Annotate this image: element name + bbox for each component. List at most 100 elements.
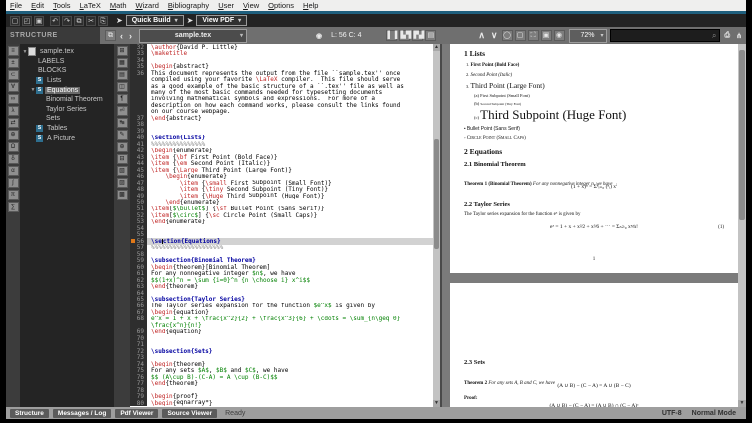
section-icon: S (36, 125, 43, 132)
menu-item-edit[interactable]: Edit (31, 1, 44, 10)
menu-item-tools[interactable]: Tools (53, 1, 71, 10)
menu-item-user[interactable]: User (218, 1, 234, 10)
next-document-icon[interactable]: › (129, 31, 132, 41)
edit-tool-button-2[interactable]: ▦ (117, 58, 128, 68)
center-on-cursor-icon[interactable]: ◉ (316, 32, 322, 40)
structure-item-labels[interactable]: LABELS (20, 57, 114, 67)
structure-item-taylor-series[interactable]: Taylor Series (20, 105, 114, 115)
palette-button-10[interactable]: δ (8, 154, 19, 164)
structure-item-label: sample.tex (38, 48, 76, 55)
structure-item-lists[interactable]: SLists (20, 76, 114, 86)
layout-icons: ▌▐▙▜▛▟▤ (385, 30, 437, 41)
pdf-page-down-icon[interactable]: ∨ (491, 30, 498, 41)
structure-item-equations[interactable]: ▼SEquations (20, 85, 114, 95)
edit-tool-button-5[interactable]: ¶ (117, 94, 128, 104)
edit-tool-button-12[interactable]: ▨ (117, 178, 128, 188)
pdf-continuous-icon[interactable]: ◯ (502, 30, 513, 41)
pdf-presentation-icon[interactable]: ◉ (554, 30, 565, 41)
structure-item-label: Sets (44, 115, 62, 122)
menu-item-help[interactable]: Help (303, 1, 318, 10)
pdf-scroll-thumb[interactable] (739, 50, 745, 220)
menu-item-math[interactable]: Math (110, 1, 127, 10)
editor-scroll-thumb[interactable] (434, 139, 439, 249)
palette-button-3[interactable]: ⊂ (8, 70, 19, 80)
palette-button-1[interactable]: ≡ (8, 46, 19, 56)
editor-scrollbar[interactable]: ▲ ▼ (433, 44, 440, 407)
editor-layout-icon-2[interactable]: ▙▜ (399, 30, 410, 41)
redo-icon[interactable]: ↷ (62, 16, 72, 26)
structure-item-sets[interactable]: Sets (20, 114, 114, 124)
code-editor[interactable]: 32\author{David P. Little}33\maketitle34… (130, 44, 433, 407)
palette-button-6[interactable]: λ (8, 106, 19, 116)
structure-item-binomial-theorem[interactable]: Binomial Theorem (20, 95, 114, 105)
cut-icon[interactable]: ✂ (86, 16, 96, 26)
edit-tool-button-13[interactable]: ▩ (117, 190, 128, 200)
palette-button-14[interactable]: ∑ (8, 202, 19, 212)
copy-icon[interactable]: ⧉ (74, 16, 84, 26)
pdf-fit-icon-1[interactable]: ▢ (515, 30, 526, 41)
pdf-list-item: 3. Third Point (Large Font) (466, 81, 545, 90)
menu-item-latex[interactable]: LaTeX (80, 1, 101, 10)
editor-layout-icon-1[interactable]: ▌▐ (386, 30, 397, 41)
menu-item-file[interactable]: File (10, 1, 22, 10)
pdf-fit-icon-2[interactable]: ⛶ (528, 30, 539, 41)
edit-tool-button-1[interactable]: ⊞ (117, 46, 128, 56)
palette-button-11[interactable]: α (8, 166, 19, 176)
new-file-icon[interactable]: ▢ (10, 16, 20, 26)
view-pdf-button[interactable]: View PDF ▾ (196, 15, 247, 26)
quick-build-button[interactable]: Quick Build ▾ (126, 15, 184, 26)
paste-icon[interactable]: ⎘ (98, 16, 108, 26)
edit-tool-button-7[interactable]: ↹ (117, 118, 128, 128)
print-icon[interactable]: ⎙ (725, 32, 731, 40)
edit-tool-button-9[interactable]: ⊕ (117, 142, 128, 152)
pdf-zoom-selector[interactable]: 72% ▾ (569, 29, 607, 43)
save-icon[interactable]: ▣ (34, 16, 44, 26)
palette-button-2[interactable]: ± (8, 58, 19, 68)
status-tab-structure[interactable]: Structure (10, 409, 49, 418)
pdf-viewer[interactable]: 1 Lists 1. First Point (Bold Face)2. Sec… (442, 44, 746, 407)
edit-tool-button-8[interactable]: ✎ (117, 130, 128, 140)
code-line[interactable]: 80\begin{eqnarray*} (130, 400, 433, 406)
pdf-page-up-icon[interactable]: ∧ (478, 30, 485, 41)
edit-tool-button-11[interactable]: ▧ (117, 166, 128, 176)
edit-tool-button-4[interactable]: ◫ (117, 82, 128, 92)
pdf-search-input[interactable]: ⌕ (610, 29, 720, 42)
palette-button-4[interactable]: ∀ (8, 82, 19, 92)
editor-layout-icon-3[interactable]: ▛▟ (412, 30, 423, 41)
detach-document-icon[interactable]: ⧉ (105, 30, 116, 41)
structure-item-sample-tex[interactable]: ▼sample.tex (20, 47, 114, 57)
status-tab-source-viewer[interactable]: Source Viewer (162, 409, 217, 418)
structure-tree: ▼sample.texLABELSBLOCKSSLists▼SEquations… (20, 44, 114, 407)
palette-button-8[interactable]: ⊕ (8, 130, 19, 140)
structure-item-tables[interactable]: STables (20, 124, 114, 134)
palette-button-13[interactable]: π (8, 190, 19, 200)
edit-tool-button-6[interactable]: ⏎ (117, 106, 128, 116)
menu-item-wizard[interactable]: Wizard (136, 1, 159, 10)
structure-item-blocks[interactable]: BLOCKS (20, 66, 114, 76)
editor-layout-icon-4[interactable]: ▤ (425, 30, 436, 41)
run-quick-build-icon[interactable]: ➤ (116, 16, 123, 25)
previous-document-icon[interactable]: ‹ (120, 31, 123, 41)
menu-item-options[interactable]: Options (268, 1, 294, 10)
scroll-down-icon[interactable]: ▼ (738, 400, 746, 407)
scroll-up-icon[interactable]: ▲ (433, 44, 440, 51)
structure-item-a-picture[interactable]: SA Picture (20, 133, 114, 143)
external-viewer-icon[interactable]: ⋔ (736, 32, 742, 40)
palette-button-7[interactable]: ⇄ (8, 118, 19, 128)
palette-button-12[interactable]: ∫ (8, 178, 19, 188)
edit-tool-button-10[interactable]: ⊟ (117, 154, 128, 164)
menu-item-bibliography[interactable]: Bibliography (168, 1, 209, 10)
pdf-scrollbar[interactable]: ▼ (738, 44, 746, 407)
edit-tool-button-3[interactable]: ▤ (117, 70, 128, 80)
run-view-pdf-icon[interactable]: ➤ (187, 16, 194, 25)
open-file-selector[interactable]: sample.tex ▾ (139, 29, 247, 43)
palette-button-9[interactable]: Ω (8, 142, 19, 152)
palette-button-5[interactable]: ∞ (8, 94, 19, 104)
status-tab-pdf-viewer[interactable]: Pdf Viewer (115, 409, 158, 418)
status-tab-messages-log[interactable]: Messages / Log (53, 409, 111, 418)
menu-item-view[interactable]: View (243, 1, 259, 10)
pdf-fit-icon-3[interactable]: ▣ (541, 30, 552, 41)
open-file-icon[interactable]: ◰ (22, 16, 32, 26)
scroll-down-icon[interactable]: ▼ (433, 400, 440, 407)
undo-icon[interactable]: ↶ (50, 16, 60, 26)
